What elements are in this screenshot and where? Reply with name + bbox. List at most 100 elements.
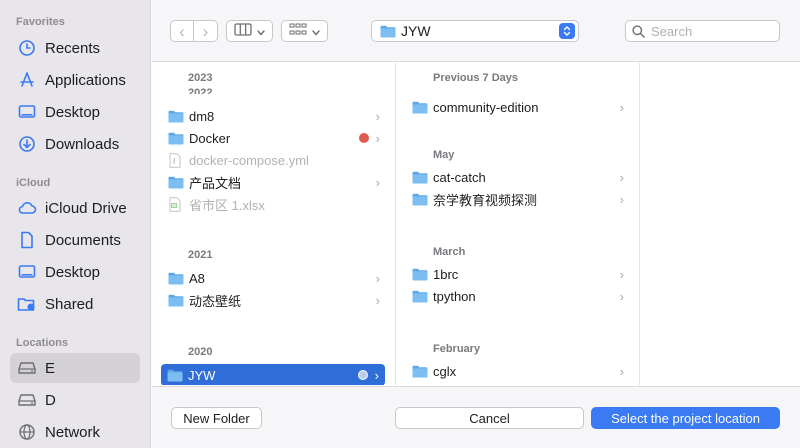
columns-view-icon — [234, 23, 252, 39]
sidebar-item-label: Desktop — [45, 263, 101, 281]
chevron-right-icon: › — [619, 100, 624, 115]
drive-icon — [17, 390, 37, 410]
desktop-icon — [17, 102, 37, 122]
item-name: cat-catch — [433, 169, 486, 185]
item-name: 动态壁纸 — [189, 293, 242, 309]
item-name: JYW — [188, 367, 216, 383]
list-item[interactable]: tpython › — [406, 285, 630, 307]
item-name: community-edition — [433, 99, 539, 115]
browser-column-1[interactable]: 2023 2022 dm8 › Docker › docker-compose.… — [152, 63, 396, 385]
sidebar-item-applications[interactable]: Applications — [10, 65, 140, 95]
shared-folder-icon — [17, 294, 37, 314]
sidebar-section-locations: Locations — [16, 337, 68, 349]
chevron-right-icon: › — [375, 109, 380, 124]
drive-icon — [17, 358, 37, 378]
search-input[interactable] — [651, 23, 771, 39]
folder-icon — [412, 100, 428, 114]
sidebar-item-desktop[interactable]: Desktop — [10, 97, 140, 127]
folder-icon — [412, 267, 428, 281]
chevron-right-icon: › — [375, 131, 380, 146]
sidebar-item-shared[interactable]: Shared — [10, 289, 140, 319]
sidebar-item-label: Shared — [45, 295, 94, 313]
sidebar-item-icloud-desktop[interactable]: Desktop — [10, 257, 140, 287]
cloud-icon — [17, 198, 37, 218]
group-header: Previous 7 Days — [433, 72, 518, 84]
sidebar-item-label: Desktop — [45, 103, 101, 121]
group-header: February — [433, 343, 481, 355]
list-item[interactable]: 动态壁纸 › — [162, 289, 386, 311]
chevron-down-icon — [257, 24, 265, 39]
chevron-right-icon: › — [619, 289, 624, 304]
clock-icon — [17, 38, 37, 58]
sidebar-item-label: D — [45, 391, 56, 409]
list-item[interactable]: A8 › — [162, 267, 386, 289]
browser-column-2[interactable]: Previous 7 Days community-edition › May … — [396, 63, 640, 385]
chevron-left-icon: ‹ — [179, 21, 185, 41]
folder-icon — [168, 131, 184, 145]
list-item[interactable]: 1brc › — [406, 263, 630, 285]
sidebar-item-label: iCloud Drive — [45, 199, 127, 217]
list-item-selected[interactable]: JYW › — [161, 364, 385, 385]
list-item[interactable]: 产品文档 › — [162, 171, 386, 193]
sidebar-item-label: Downloads — [45, 135, 120, 153]
desktop-icon — [17, 262, 37, 282]
back-button[interactable]: ‹ — [170, 20, 194, 42]
sidebar-section-icloud: iCloud — [16, 177, 51, 189]
list-item[interactable]: community-edition › — [406, 96, 630, 118]
folder-icon — [168, 175, 184, 189]
select-location-button[interactable]: Select the project location — [591, 407, 780, 429]
chevron-right-icon: › — [619, 364, 624, 379]
list-item[interactable]: dm8 › — [162, 105, 386, 127]
sidebar-item-drive-e[interactable]: E — [10, 353, 140, 383]
chevron-right-icon: › — [375, 293, 380, 308]
new-folder-button[interactable]: New Folder — [171, 407, 262, 429]
sidebar-item-drive-d[interactable]: D — [10, 385, 140, 415]
chevron-right-icon: › — [202, 21, 209, 41]
list-item[interactable]: 奈学教育视频探测 › — [406, 188, 630, 210]
up-down-chevron-icon — [559, 23, 575, 39]
chevron-down-icon — [312, 24, 320, 39]
list-item[interactable]: Docker › — [162, 127, 386, 149]
sidebar-item-label: Documents — [45, 231, 121, 249]
sidebar-item-label: Network — [45, 423, 101, 441]
search-icon — [632, 24, 645, 38]
group-header: March — [433, 246, 466, 258]
sidebar-item-downloads[interactable]: Downloads — [10, 129, 140, 159]
sidebar-item-icloud-drive[interactable]: iCloud Drive — [10, 193, 140, 223]
applications-icon — [17, 70, 37, 90]
list-item[interactable]: docker-compose.yml — [162, 149, 386, 171]
list-item[interactable]: 省市区 1.xlsx — [162, 193, 386, 215]
cancel-button[interactable]: Cancel — [395, 407, 584, 429]
group-header: 2021 — [188, 249, 213, 261]
list-item[interactable]: cglx › — [406, 360, 630, 382]
item-name: docker-compose.yml — [189, 152, 309, 168]
folder-icon — [168, 109, 184, 123]
view-mode-button[interactable] — [226, 20, 273, 42]
sidebar-item-recents[interactable]: Recents — [10, 33, 140, 63]
browser-column-3[interactable] — [640, 63, 800, 385]
group-header: May — [433, 149, 455, 161]
group-header: 2023 — [188, 72, 213, 84]
list-item[interactable]: cat-catch › — [406, 166, 630, 188]
group-header-clipped: 2022 — [188, 87, 213, 99]
spreadsheet-icon — [168, 196, 184, 212]
globe-icon — [17, 422, 37, 442]
group-by-button[interactable] — [281, 20, 328, 42]
sidebar-item-documents[interactable]: Documents — [10, 225, 140, 255]
sidebar-item-network[interactable]: Network — [10, 417, 140, 447]
dialog-footer: New Folder Cancel Select the project loc… — [152, 386, 800, 448]
chevron-right-icon: › — [619, 192, 624, 207]
grid-icon — [289, 23, 307, 39]
search-field[interactable] — [625, 20, 780, 42]
tag-dot — [358, 370, 368, 380]
toolbar: ‹ › JYW — [152, 0, 800, 62]
folder-icon — [412, 289, 428, 303]
chevron-right-icon: › — [375, 271, 380, 286]
path-popup[interactable]: JYW — [371, 20, 579, 42]
folder-icon — [168, 271, 184, 285]
folder-icon — [168, 293, 184, 307]
item-name: 1brc — [433, 266, 459, 282]
item-name: tpython — [433, 288, 476, 304]
item-name: A8 — [189, 270, 205, 286]
forward-button[interactable]: › — [194, 20, 218, 42]
